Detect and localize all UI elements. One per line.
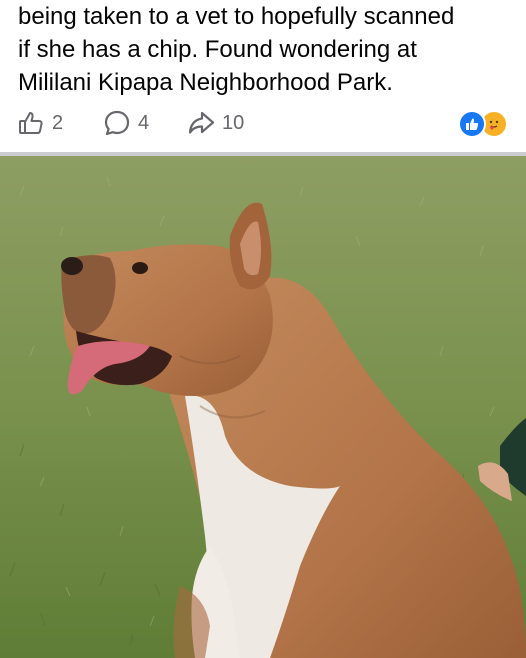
like-button[interactable]: 2 — [16, 108, 63, 138]
post-text: being taken to a vet to hopefully scanne… — [18, 0, 518, 99]
post-text-line: Mililani Kipapa Neighborhood Park. — [18, 69, 393, 96]
facebook-post: being taken to a vet to hopefully scanne… — [0, 0, 526, 658]
reactions-summary[interactable] — [458, 110, 508, 138]
comment-button[interactable]: 4 — [102, 108, 149, 138]
comment-count: 4 — [138, 111, 150, 134]
comment-bubble-icon — [102, 108, 132, 138]
post-photo-dog[interactable] — [0, 156, 526, 658]
share-count: 10 — [222, 111, 245, 134]
like-reaction-icon — [458, 110, 486, 138]
post-text-line: being taken to a vet to hopefully scanne… — [18, 3, 455, 30]
share-arrow-icon — [186, 108, 216, 138]
share-button[interactable]: 10 — [186, 108, 244, 138]
post-actions-bar: 2 4 10 — [0, 104, 526, 144]
thumbs-up-icon — [16, 108, 46, 138]
post-text-line: if she has a chip. Found wondering at — [18, 36, 417, 63]
like-count: 2 — [52, 111, 64, 134]
